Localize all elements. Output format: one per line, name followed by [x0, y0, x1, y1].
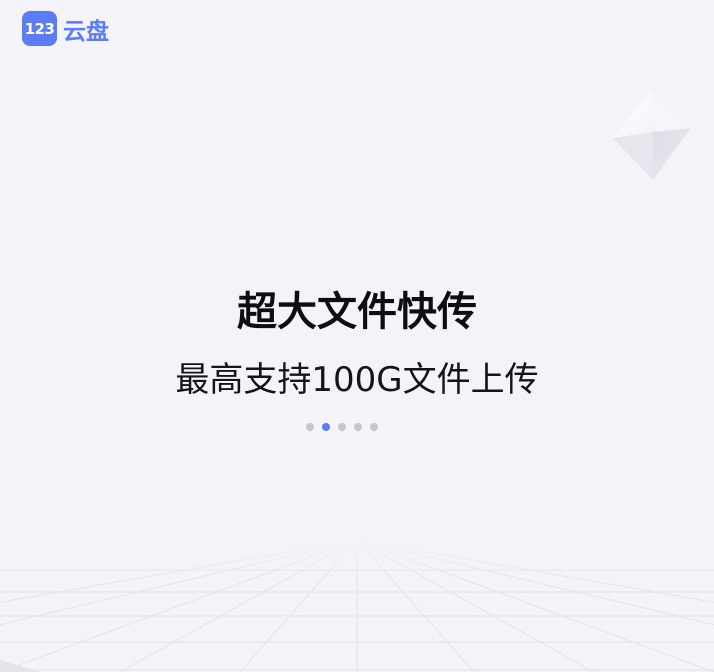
logo-badge-icon: 123: [22, 11, 57, 46]
carousel-dot[interactable]: [322, 423, 330, 431]
carousel-slide: 超大文件快传 最高支持100G文件上传: [0, 280, 714, 404]
carousel-dot[interactable]: [370, 423, 378, 431]
perspective-grid-decoration: [0, 540, 714, 672]
brand-logo[interactable]: 123 云盘: [22, 11, 109, 46]
slide-subtitle: 最高支持100G文件上传: [175, 360, 539, 400]
brand-name: 云盘: [63, 18, 109, 45]
cube-decoration-icon: [613, 90, 691, 180]
slide-title: 超大文件快传: [237, 289, 477, 335]
carousel-dot[interactable]: [338, 423, 346, 431]
carousel-dot[interactable]: [354, 423, 362, 431]
carousel-dot[interactable]: [306, 423, 314, 431]
carousel-pagination: [306, 423, 378, 431]
